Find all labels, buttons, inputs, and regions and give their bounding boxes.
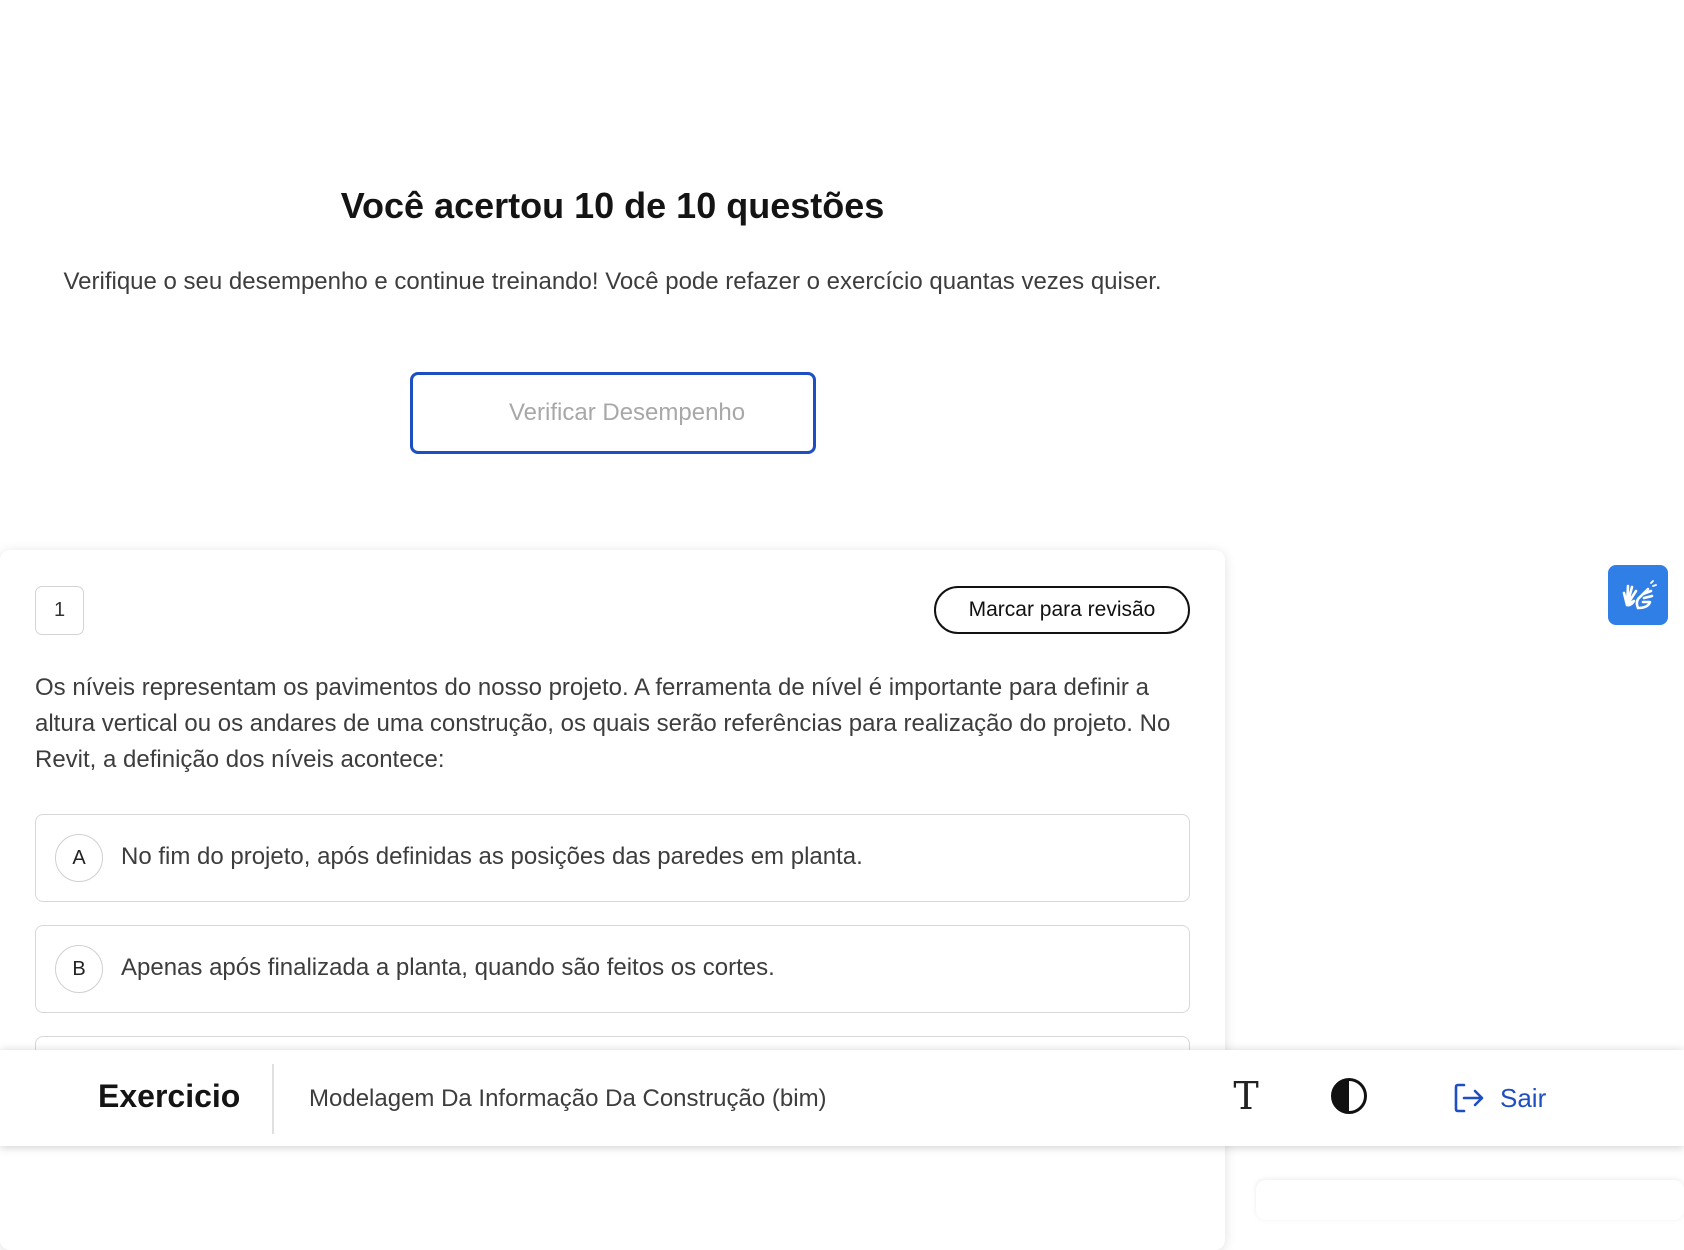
libras-button[interactable] xyxy=(1608,565,1668,625)
hands-sign-language-icon xyxy=(1622,580,1657,610)
bottom-bar: Exercicio Modelagem Da Informação Da Con… xyxy=(0,1050,1684,1146)
option-letter: A xyxy=(55,834,103,882)
option-text: Apenas após finalizada a planta, quando … xyxy=(121,954,775,981)
option-a[interactable]: A No fim do projeto, após definidas as p… xyxy=(35,814,1190,902)
option-letter: B xyxy=(55,945,103,993)
option-text: No fim do projeto, após definidas as pos… xyxy=(121,843,863,870)
exit-button[interactable]: Sair xyxy=(1452,1074,1546,1122)
side-panel-card xyxy=(1256,1180,1684,1220)
result-title: Você acertou 10 de 10 questões xyxy=(340,185,885,226)
contrast-icon[interactable] xyxy=(1329,1076,1369,1116)
question-number: 1 xyxy=(35,586,84,635)
exit-label: Sair xyxy=(1500,1082,1547,1113)
logout-icon xyxy=(1454,1083,1484,1113)
text-size-icon[interactable]: T xyxy=(1226,1072,1266,1120)
mark-for-review-button[interactable]: Marcar para revisão xyxy=(934,586,1190,634)
page-title: Exercicio xyxy=(98,1078,241,1114)
result-subtitle: Verifique o seu desempenho e continue tr… xyxy=(63,268,1162,295)
divider xyxy=(272,1064,274,1134)
option-b[interactable]: B Apenas após finalizada a planta, quand… xyxy=(35,925,1190,1013)
question-text: Os níveis representam os pavimentos do n… xyxy=(35,674,1171,773)
check-performance-button[interactable]: Verificar Desempenho xyxy=(410,372,816,454)
course-name: Modelagem Da Informação Da Construção (b… xyxy=(309,1085,827,1112)
